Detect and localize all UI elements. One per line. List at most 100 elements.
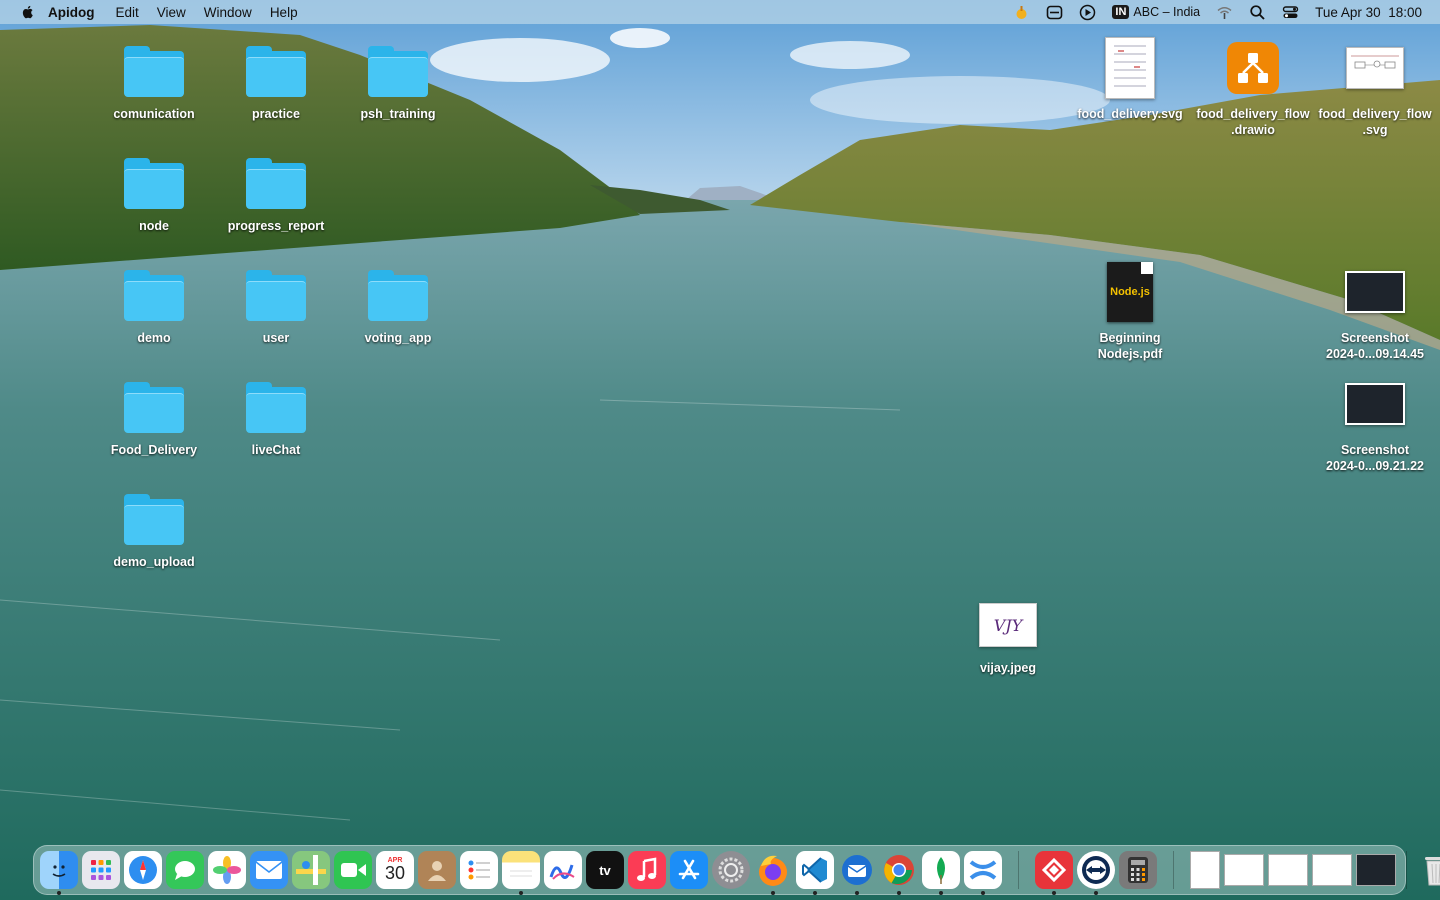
menu-view[interactable]: View [157, 5, 186, 20]
dock: APR 30 tv [33, 845, 1440, 895]
calendar-icon[interactable]: APR 30 [376, 851, 414, 889]
jpeg-image-thumbnail: VJY [979, 603, 1037, 647]
desktop-folder[interactable]: demo_upload [92, 484, 216, 570]
mail-icon[interactable] [250, 851, 288, 889]
xmind-icon[interactable] [964, 851, 1002, 895]
control-center-icon[interactable] [1282, 4, 1299, 21]
appstore-icon[interactable] [670, 851, 708, 889]
folder-label: demo [137, 331, 171, 345]
calculator-icon[interactable] [1119, 851, 1157, 889]
minimized-window-browser[interactable] [1268, 854, 1308, 886]
minimized-window-vscode[interactable] [1356, 854, 1396, 886]
folder-label: psh_training [360, 107, 436, 121]
appletv-icon[interactable]: tv [586, 851, 624, 889]
folder-icon [124, 494, 184, 545]
file-label-line2: Nodejs.pdf [1097, 347, 1163, 361]
file-label-line2: 2024-0...09.14.45 [1326, 347, 1424, 361]
folder-icon [124, 158, 184, 209]
chrome-icon[interactable] [880, 851, 918, 895]
play-circle-icon[interactable] [1079, 4, 1096, 21]
contacts-icon[interactable] [418, 851, 456, 889]
minimized-window-browser[interactable] [1224, 854, 1264, 886]
messages-icon[interactable] [166, 851, 204, 889]
calendar-day: 30 [384, 862, 406, 883]
input-source-menu[interactable]: IN ABC – India [1112, 5, 1200, 19]
thunderbird-icon[interactable] [838, 851, 876, 895]
desktop-file-food-delivery-flow-svg[interactable]: food_delivery_flow .svg [1313, 30, 1437, 138]
file-label-line1: food_delivery_flow [1196, 107, 1310, 121]
folder-icon [124, 46, 184, 97]
anydesk-icon[interactable] [1035, 851, 1073, 895]
svg-document-thumbnail [1105, 37, 1155, 99]
folder-label: comunication [113, 107, 195, 121]
folder-icon [368, 46, 428, 97]
facetime-icon[interactable] [334, 851, 372, 889]
file-label-line1: Screenshot [1340, 443, 1410, 457]
maps-icon[interactable] [292, 851, 330, 889]
desktop-folder[interactable]: psh_training [336, 36, 460, 122]
menu-window[interactable]: Window [204, 5, 252, 20]
desktop-file-vijay-jpeg[interactable]: VJY vijay.jpeg [946, 590, 1070, 676]
file-label: food_delivery.svg [1077, 107, 1183, 121]
file-label: Screenshot 2024-0...09.14.45 [1313, 330, 1437, 362]
minimized-window-mail[interactable] [1312, 854, 1352, 886]
file-label: vijay.jpeg [979, 661, 1037, 675]
teamviewer-icon[interactable] [1077, 851, 1115, 895]
vscode-icon[interactable] [796, 851, 834, 895]
desktop-folder[interactable]: liveChat [214, 372, 338, 458]
file-label-line2: .drawio [1231, 123, 1275, 137]
folder-icon [368, 270, 428, 321]
spotlight-search-icon[interactable] [1249, 4, 1266, 21]
desktop-folder[interactable]: Food_Delivery [92, 372, 216, 458]
system-settings-icon[interactable] [712, 851, 750, 889]
menu-bar: Apidog Edit View Window Help IN ABC – In… [0, 0, 1440, 24]
file-label: Beginning Nodejs.pdf [1068, 330, 1192, 362]
launchpad-icon[interactable] [82, 851, 120, 889]
desktop-file-screenshot[interactable]: Screenshot 2024-0...09.21.22 [1313, 366, 1437, 474]
desktop-file-beginning-nodejs-pdf[interactable]: Node.js Beginning Nodejs.pdf [1068, 254, 1192, 362]
dock-separator [1018, 851, 1019, 889]
desktop-folder[interactable]: practice [214, 36, 338, 122]
drawio-icon [1227, 42, 1279, 94]
folder-label: demo_upload [113, 555, 195, 569]
desktop-file-screenshot[interactable]: Screenshot 2024-0...09.14.45 [1313, 254, 1437, 362]
freeform-icon[interactable] [544, 851, 582, 889]
menubar-time: 18:00 [1388, 4, 1422, 20]
input-source-label: ABC – India [1133, 5, 1201, 19]
screen-mirroring-icon[interactable] [1046, 4, 1063, 21]
folder-icon [246, 158, 306, 209]
mongodb-compass-icon[interactable] [922, 851, 960, 895]
minimized-window-document[interactable] [1190, 851, 1220, 889]
folder-icon [246, 382, 306, 433]
finder-icon[interactable] [40, 851, 78, 895]
file-label: food_delivery_flow .svg [1313, 106, 1437, 138]
trash-icon[interactable] [1417, 851, 1440, 889]
desktop-folder[interactable]: user [214, 260, 338, 346]
safari-icon[interactable] [124, 851, 162, 889]
appletv-label: tv [599, 862, 611, 878]
wifi-off-icon[interactable] [1216, 4, 1233, 21]
apple-menu-icon[interactable] [20, 4, 36, 20]
app-name-menu[interactable]: Apidog [48, 5, 95, 20]
menubar-clock[interactable]: Tue Apr 30 18:00 [1315, 5, 1422, 20]
desktop-file-food-delivery-svg[interactable]: food_delivery.svg [1068, 30, 1192, 122]
desktop-folder[interactable]: comunication [92, 36, 216, 122]
desktop-folder[interactable]: demo [92, 260, 216, 346]
file-label-line2: 2024-0...09.21.22 [1326, 459, 1424, 473]
desktop-folder[interactable]: progress_report [214, 148, 338, 234]
screenshot-thumbnail [1345, 383, 1405, 425]
book-cover-title: Node.js [1110, 286, 1150, 298]
desktop-folder[interactable]: voting_app [336, 260, 460, 346]
music-icon[interactable] [628, 851, 666, 889]
menu-edit[interactable]: Edit [116, 5, 139, 20]
photos-icon[interactable] [208, 851, 246, 889]
notes-icon[interactable] [502, 851, 540, 895]
menu-help[interactable]: Help [270, 5, 298, 20]
desktop-folder[interactable]: node [92, 148, 216, 234]
pdf-book-cover-thumbnail: Node.js [1107, 262, 1153, 322]
reminders-icon[interactable] [460, 851, 498, 889]
jpeg-thumb-text: VJY [993, 615, 1023, 635]
firefox-icon[interactable] [754, 851, 792, 895]
amphetamine-icon[interactable] [1013, 4, 1030, 21]
desktop-file-drawio[interactable]: food_delivery_flow .drawio [1191, 30, 1315, 138]
